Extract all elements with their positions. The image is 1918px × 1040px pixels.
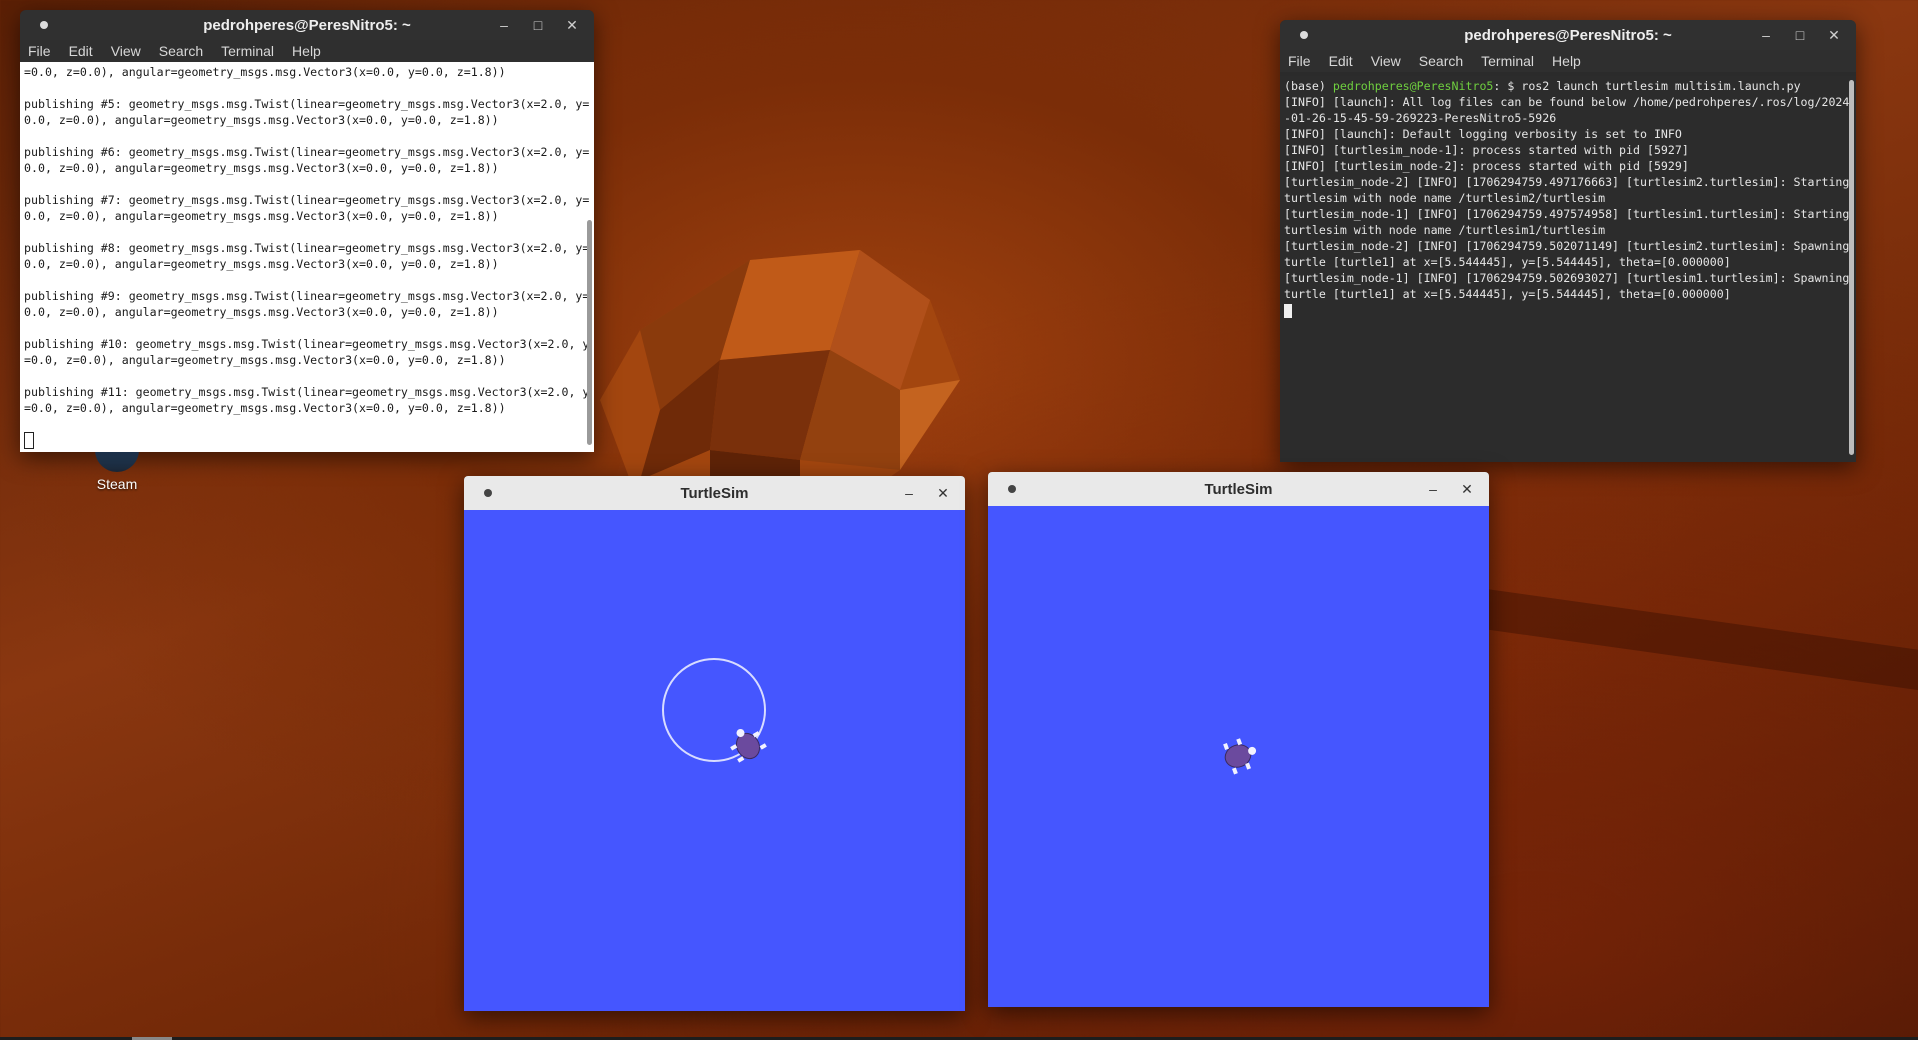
terminal-line: publishing #6: geometry_msgs.msg.Twist(l… (24, 145, 590, 175)
terminal-line: publishing #7: geometry_msgs.msg.Twist(l… (24, 193, 590, 223)
terminal-cursor (24, 432, 34, 449)
menu-bar: File Edit View Search Terminal Help (20, 40, 594, 62)
menu-search[interactable]: Search (159, 43, 203, 59)
terminal-output[interactable]: =0.0, z=0.0), angular=geometry_msgs.msg.… (20, 62, 594, 452)
terminal-window-left: pedrohperes@PeresNitro5: ~ – □ ✕ File Ed… (20, 10, 594, 452)
minimize-button[interactable]: – (494, 17, 514, 33)
menu-search[interactable]: Search (1419, 53, 1463, 69)
window-title: pedrohperes@PeresNitro5: ~ (203, 16, 411, 34)
terminal-titlebar[interactable]: pedrohperes@PeresNitro5: ~ – □ ✕ (20, 10, 594, 40)
menu-terminal[interactable]: Terminal (221, 43, 274, 59)
menu-help[interactable]: Help (1552, 53, 1581, 69)
terminal-output[interactable]: (base) pedrohperes@PeresNitro5: $ ros2 l… (1280, 76, 1856, 462)
menu-bar: File Edit View Search Terminal Help (1280, 50, 1856, 72)
menu-file[interactable]: File (1288, 53, 1311, 69)
menu-edit[interactable]: Edit (69, 43, 93, 59)
terminal-line: publishing #9: geometry_msgs.msg.Twist(l… (24, 289, 590, 319)
maximize-button[interactable]: □ (1790, 27, 1810, 43)
terminal-line: [turtlesim_node-2] [INFO] [1706294759.49… (1284, 175, 1850, 205)
minimize-button[interactable]: – (899, 485, 919, 501)
terminal-cursor (1284, 303, 1292, 318)
turtlesim-titlebar[interactable]: TurtleSim – ✕ (464, 476, 965, 510)
turtlesim-window-1: TurtleSim – ✕ (464, 476, 965, 1011)
prompt-env: (base) (1284, 79, 1333, 93)
terminal-line: =0.0, z=0.0), angular=geometry_msgs.msg.… (24, 65, 506, 79)
window-menu-dot-icon[interactable] (484, 489, 492, 497)
terminal-line: [INFO] [launch]: All log files can be fo… (1284, 95, 1850, 125)
menu-help[interactable]: Help (292, 43, 321, 59)
turtlesim-canvas[interactable] (464, 510, 965, 1011)
turtlesim-titlebar[interactable]: TurtleSim – ✕ (988, 472, 1489, 506)
turtle-icon (1223, 738, 1257, 775)
close-button[interactable]: ✕ (562, 17, 582, 34)
window-menu-dot-icon[interactable] (1300, 31, 1308, 39)
terminal-line: publishing #11: geometry_msgs.msg.Twist(… (24, 385, 590, 415)
scrollbar[interactable] (1849, 80, 1854, 455)
terminal-line: publishing #5: geometry_msgs.msg.Twist(l… (24, 97, 590, 127)
terminal-line: [INFO] [launch]: Default logging verbosi… (1284, 127, 1682, 141)
minimize-button[interactable]: – (1756, 27, 1776, 43)
close-button[interactable]: ✕ (933, 485, 953, 502)
maximize-button[interactable]: □ (528, 17, 548, 33)
terminal-line: [turtlesim_node-1] [INFO] [1706294759.49… (1284, 207, 1850, 237)
menu-view[interactable]: View (1371, 53, 1401, 69)
prompt-user: pedrohperes@PeresNitro5 (1332, 79, 1494, 93)
turtle-layer (1223, 738, 1257, 775)
terminal-line: publishing #10: geometry_msgs.msg.Twist(… (24, 337, 590, 367)
menu-file[interactable]: File (28, 43, 51, 59)
window-title: pedrohperes@PeresNitro5: ~ (1464, 26, 1672, 44)
menu-edit[interactable]: Edit (1329, 53, 1353, 69)
turtle-trail (662, 658, 767, 763)
prompt-command: : $ ros2 launch turtlesim multisim.launc… (1493, 79, 1801, 93)
terminal-window-right: pedrohperes@PeresNitro5: ~ – □ ✕ File Ed… (1280, 20, 1856, 462)
menu-terminal[interactable]: Terminal (1481, 53, 1534, 69)
terminal-line: [turtlesim_node-2] [INFO] [1706294759.50… (1284, 239, 1850, 269)
terminal-line: publishing #8: geometry_msgs.msg.Twist(l… (24, 241, 590, 271)
close-button[interactable]: ✕ (1824, 27, 1844, 44)
window-menu-dot-icon[interactable] (1008, 485, 1016, 493)
desktop-icon-label: Steam (96, 476, 138, 492)
window-menu-dot-icon[interactable] (40, 21, 48, 29)
close-button[interactable]: ✕ (1457, 481, 1477, 498)
turtlesim-canvas[interactable] (988, 506, 1489, 1007)
terminal-titlebar[interactable]: pedrohperes@PeresNitro5: ~ – □ ✕ (1280, 20, 1856, 50)
terminal-line: [turtlesim_node-1] [INFO] [1706294759.50… (1284, 271, 1850, 301)
scrollbar[interactable] (587, 220, 592, 445)
window-title: TurtleSim (1204, 480, 1273, 498)
minimize-button[interactable]: – (1423, 481, 1443, 497)
menu-view[interactable]: View (111, 43, 141, 59)
terminal-line: [INFO] [turtlesim_node-2]: process start… (1284, 159, 1689, 173)
turtlesim-window-2: TurtleSim – ✕ (988, 472, 1489, 1007)
window-title: TurtleSim (680, 484, 749, 502)
terminal-line: [INFO] [turtlesim_node-1]: process start… (1284, 143, 1689, 157)
